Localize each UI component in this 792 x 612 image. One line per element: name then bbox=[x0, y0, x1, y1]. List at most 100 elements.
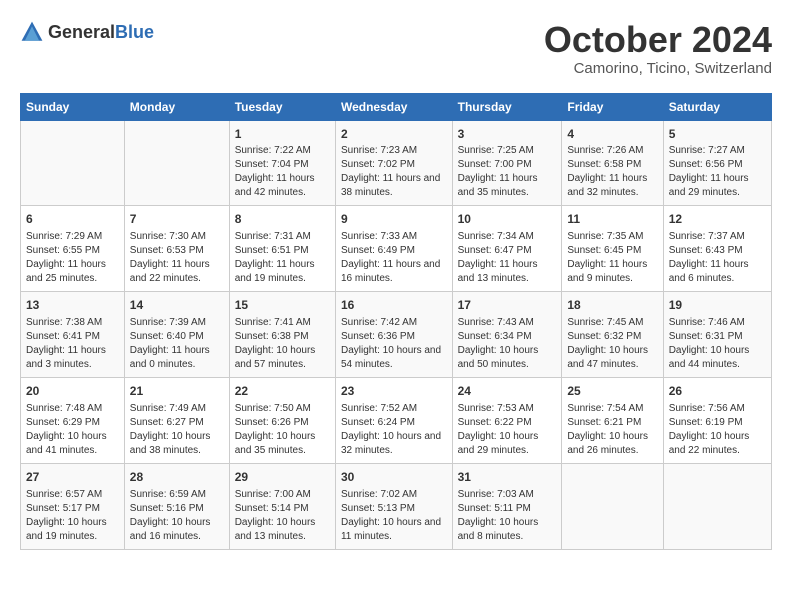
calendar-cell: 13Sunrise: 7:38 AM Sunset: 6:41 PM Dayli… bbox=[21, 292, 125, 378]
cell-content: Sunrise: 7:27 AM Sunset: 6:56 PM Dayligh… bbox=[669, 144, 766, 200]
cell-content: Sunrise: 7:45 AM Sunset: 6:32 PM Dayligh… bbox=[567, 316, 657, 372]
day-number: 5 bbox=[669, 126, 766, 143]
calendar-cell: 9Sunrise: 7:33 AM Sunset: 6:49 PM Daylig… bbox=[335, 206, 452, 292]
day-number: 6 bbox=[26, 211, 119, 228]
title-block: October 2024 Camorino, Ticino, Switzerla… bbox=[544, 20, 772, 77]
weekday-header-monday: Monday bbox=[124, 93, 229, 120]
calendar-cell bbox=[21, 120, 125, 206]
calendar-week-row: 13Sunrise: 7:38 AM Sunset: 6:41 PM Dayli… bbox=[21, 292, 772, 378]
calendar-table: SundayMondayTuesdayWednesdayThursdayFrid… bbox=[20, 93, 772, 550]
day-number: 10 bbox=[458, 211, 557, 228]
calendar-cell: 24 Sunrise: 7:53 AM Sunset: 6:22 PM Dayli… bbox=[452, 377, 562, 463]
weekday-header-tuesday: Tuesday bbox=[229, 93, 335, 120]
day-number: 17 bbox=[458, 297, 557, 314]
cell-content: Sunrise: 7:02 AM Sunset: 5:13 PM Dayligh… bbox=[341, 488, 447, 544]
calendar-cell bbox=[562, 463, 663, 549]
day-number: 4 bbox=[567, 126, 657, 143]
day-number: 29 bbox=[235, 469, 330, 486]
calendar-cell: 31Sunrise: 7:03 AM Sunset: 5:11 PM Dayli… bbox=[452, 463, 562, 549]
day-number: 30 bbox=[341, 469, 447, 486]
calendar-cell: 8Sunrise: 7:31 AM Sunset: 6:51 PM Daylig… bbox=[229, 206, 335, 292]
calendar-cell: 4Sunrise: 7:26 AM Sunset: 6:58 PM Daylig… bbox=[562, 120, 663, 206]
page-header: GeneralBlue October 2024 Camorino, Ticin… bbox=[20, 20, 772, 77]
weekday-header-saturday: Saturday bbox=[663, 93, 771, 120]
cell-content: Sunrise: 7:26 AM Sunset: 6:58 PM Dayligh… bbox=[567, 144, 657, 200]
weekday-header-wednesday: Wednesday bbox=[335, 93, 452, 120]
day-number: 22 bbox=[235, 383, 330, 400]
weekday-header-row: SundayMondayTuesdayWednesdayThursdayFrid… bbox=[21, 93, 772, 120]
cell-content: Sunrise: 7:33 AM Sunset: 6:49 PM Dayligh… bbox=[341, 230, 447, 286]
logo: GeneralBlue bbox=[20, 20, 154, 44]
calendar-cell: 12 Sunrise: 7:37 AM Sunset: 6:43 PM Dayli… bbox=[663, 206, 771, 292]
calendar-cell: 20 Sunrise: 7:48 AM Sunset: 6:29 PM Dayli… bbox=[21, 377, 125, 463]
calendar-cell: 1Sunrise: 7:22 AM Sunset: 7:04 PM Daylig… bbox=[229, 120, 335, 206]
calendar-cell: 26Sunrise: 7:56 AM Sunset: 6:19 PM Dayli… bbox=[663, 377, 771, 463]
day-number: 26 bbox=[669, 383, 766, 400]
calendar-cell: 23Sunrise: 7:52 AM Sunset: 6:24 PM Dayli… bbox=[335, 377, 452, 463]
weekday-header-thursday: Thursday bbox=[452, 93, 562, 120]
calendar-cell: 7 Sunrise: 7:30 AM Sunset: 6:53 PM Daylig… bbox=[124, 206, 229, 292]
calendar-cell: 18Sunrise: 7:45 AM Sunset: 6:32 PM Dayli… bbox=[562, 292, 663, 378]
cell-content: Sunrise: 7:41 AM Sunset: 6:38 PM Dayligh… bbox=[235, 316, 330, 372]
day-number: 14 bbox=[130, 297, 224, 314]
day-number: 15 bbox=[235, 297, 330, 314]
cell-content: Sunrise: 7:37 AM Sunset: 6:43 PM Dayligh… bbox=[669, 230, 766, 286]
calendar-cell: 10 Sunrise: 7:34 AM Sunset: 6:47 PM Dayli… bbox=[452, 206, 562, 292]
cell-content: Sunrise: 7:50 AM Sunset: 6:26 PM Dayligh… bbox=[235, 402, 330, 458]
day-number: 25 bbox=[567, 383, 657, 400]
day-number: 28 bbox=[130, 469, 224, 486]
day-number: 20 bbox=[26, 383, 119, 400]
cell-content: Sunrise: 7:23 AM Sunset: 7:02 PM Dayligh… bbox=[341, 144, 447, 200]
day-number: 21 bbox=[130, 383, 224, 400]
location: Camorino, Ticino, Switzerland bbox=[544, 60, 772, 77]
cell-content: Sunrise: 6:57 AM Sunset: 5:17 PM Dayligh… bbox=[26, 488, 119, 544]
calendar-cell: 22 Sunrise: 7:50 AM Sunset: 6:26 PM Dayli… bbox=[229, 377, 335, 463]
day-number: 24 bbox=[458, 383, 557, 400]
cell-content: Sunrise: 7:34 AM Sunset: 6:47 PM Dayligh… bbox=[458, 230, 557, 286]
calendar-cell: 30 Sunrise: 7:02 AM Sunset: 5:13 PM Dayli… bbox=[335, 463, 452, 549]
calendar-body: 1Sunrise: 7:22 AM Sunset: 7:04 PM Daylig… bbox=[21, 120, 772, 549]
month-year: October 2024 bbox=[544, 20, 772, 60]
cell-content: Sunrise: 7:52 AM Sunset: 6:24 PM Dayligh… bbox=[341, 402, 447, 458]
cell-content: Sunrise: 7:22 AM Sunset: 7:04 PM Dayligh… bbox=[235, 144, 330, 200]
weekday-header-sunday: Sunday bbox=[21, 93, 125, 120]
calendar-week-row: 1Sunrise: 7:22 AM Sunset: 7:04 PM Daylig… bbox=[21, 120, 772, 206]
calendar-cell: 19 Sunrise: 7:46 AM Sunset: 6:31 PM Dayli… bbox=[663, 292, 771, 378]
calendar-cell: 2Sunrise: 7:23 AM Sunset: 7:02 PM Daylig… bbox=[335, 120, 452, 206]
day-number: 1 bbox=[235, 126, 330, 143]
cell-content: Sunrise: 7:00 AM Sunset: 5:14 PM Dayligh… bbox=[235, 488, 330, 544]
logo-icon bbox=[20, 20, 44, 44]
day-number: 27 bbox=[26, 469, 119, 486]
cell-content: Sunrise: 7:48 AM Sunset: 6:29 PM Dayligh… bbox=[26, 402, 119, 458]
cell-content: Sunrise: 7:30 AM Sunset: 6:53 PM Dayligh… bbox=[130, 230, 224, 286]
cell-content: Sunrise: 7:49 AM Sunset: 6:27 PM Dayligh… bbox=[130, 402, 224, 458]
cell-content: Sunrise: 7:53 AM Sunset: 6:22 PM Dayligh… bbox=[458, 402, 557, 458]
day-number: 3 bbox=[458, 126, 557, 143]
cell-content: Sunrise: 7:38 AM Sunset: 6:41 PM Dayligh… bbox=[26, 316, 119, 372]
day-number: 16 bbox=[341, 297, 447, 314]
day-number: 8 bbox=[235, 211, 330, 228]
calendar-cell: 5Sunrise: 7:27 AM Sunset: 6:56 PM Daylig… bbox=[663, 120, 771, 206]
weekday-header-friday: Friday bbox=[562, 93, 663, 120]
cell-content: Sunrise: 7:43 AM Sunset: 6:34 PM Dayligh… bbox=[458, 316, 557, 372]
cell-content: Sunrise: 7:39 AM Sunset: 6:40 PM Dayligh… bbox=[130, 316, 224, 372]
cell-content: Sunrise: 7:42 AM Sunset: 6:36 PM Dayligh… bbox=[341, 316, 447, 372]
logo-text-blue: Blue bbox=[115, 22, 154, 42]
day-number: 12 bbox=[669, 211, 766, 228]
calendar-cell: 17 Sunrise: 7:43 AM Sunset: 6:34 PM Dayli… bbox=[452, 292, 562, 378]
cell-content: Sunrise: 7:03 AM Sunset: 5:11 PM Dayligh… bbox=[458, 488, 557, 544]
calendar-cell: 28 Sunrise: 6:59 AM Sunset: 5:16 PM Dayli… bbox=[124, 463, 229, 549]
calendar-cell: 27 Sunrise: 6:57 AM Sunset: 5:17 PM Dayli… bbox=[21, 463, 125, 549]
day-number: 7 bbox=[130, 211, 224, 228]
day-number: 2 bbox=[341, 126, 447, 143]
calendar-cell: 25Sunrise: 7:54 AM Sunset: 6:21 PM Dayli… bbox=[562, 377, 663, 463]
calendar-week-row: 6 Sunrise: 7:29 AM Sunset: 6:55 PM Daylig… bbox=[21, 206, 772, 292]
calendar-cell bbox=[124, 120, 229, 206]
calendar-cell: 16 Sunrise: 7:42 AM Sunset: 6:36 PM Dayli… bbox=[335, 292, 452, 378]
day-number: 19 bbox=[669, 297, 766, 314]
cell-content: Sunrise: 6:59 AM Sunset: 5:16 PM Dayligh… bbox=[130, 488, 224, 544]
cell-content: Sunrise: 7:46 AM Sunset: 6:31 PM Dayligh… bbox=[669, 316, 766, 372]
calendar-cell: 11Sunrise: 7:35 AM Sunset: 6:45 PM Dayli… bbox=[562, 206, 663, 292]
calendar-cell: 3Sunrise: 7:25 AM Sunset: 7:00 PM Daylig… bbox=[452, 120, 562, 206]
cell-content: Sunrise: 7:29 AM Sunset: 6:55 PM Dayligh… bbox=[26, 230, 119, 286]
